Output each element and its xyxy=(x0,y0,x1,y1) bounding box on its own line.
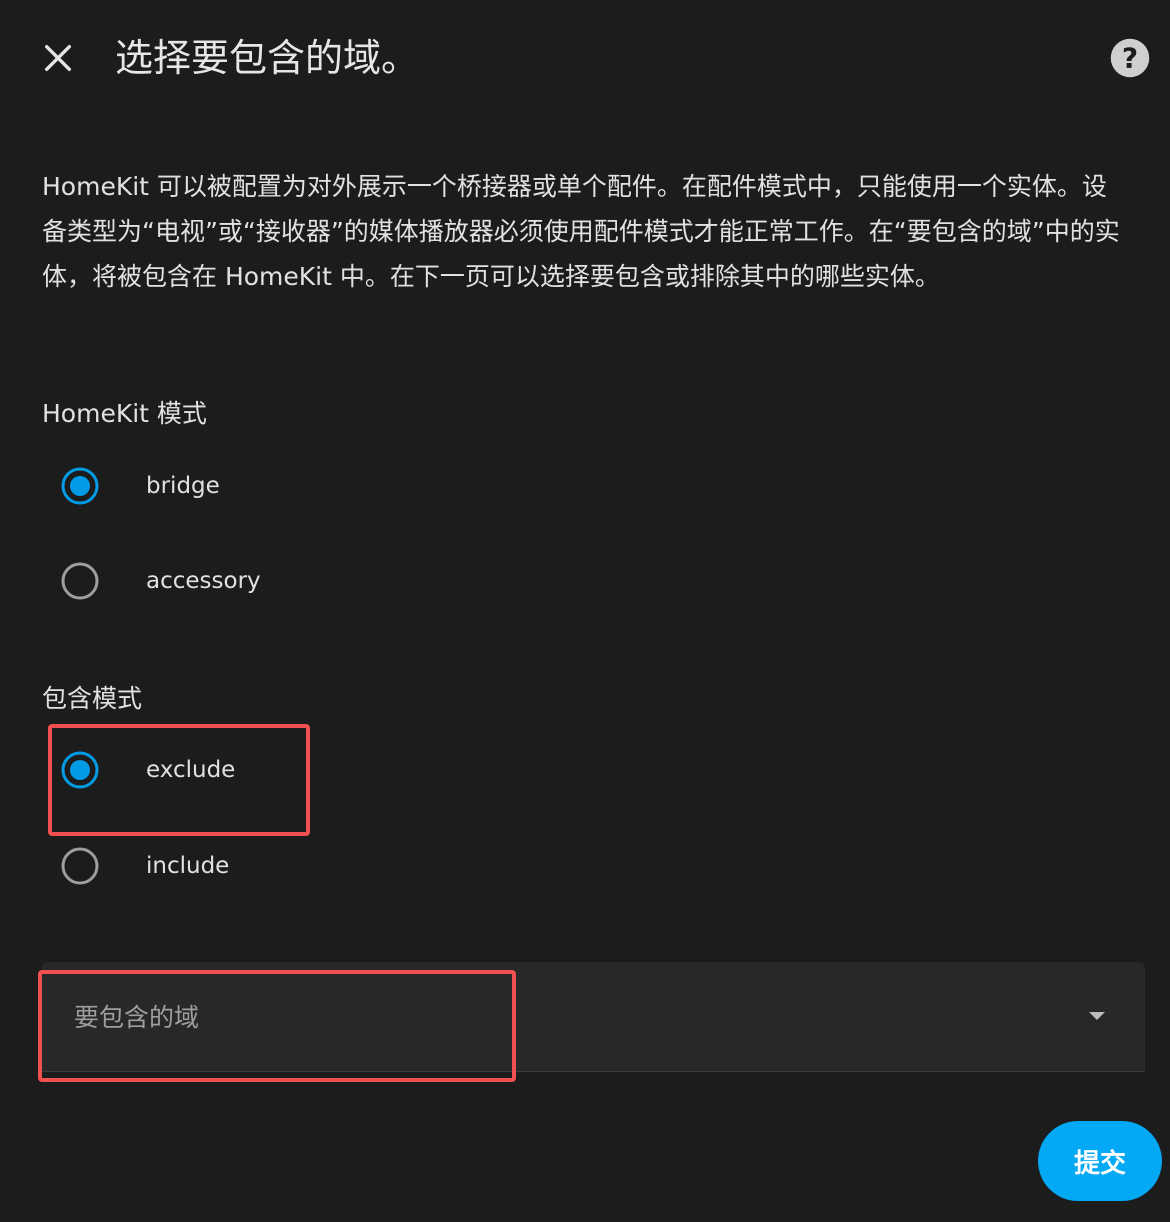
submit-button[interactable]: 提交 xyxy=(1038,1121,1162,1201)
radio-exclude-label: exclude xyxy=(146,757,236,783)
radio-bridge[interactable]: bridge xyxy=(60,456,220,516)
homekit-mode-label: HomeKit 模式 xyxy=(42,399,207,428)
radio-unselected-icon[interactable] xyxy=(60,561,100,601)
radio-accessory[interactable]: accessory xyxy=(60,551,261,611)
dialog: 选择要包含的域。 ? HomeKit 可以被配置为对外展示一个桥接器或单个配件。… xyxy=(0,0,1170,1222)
svg-text:?: ? xyxy=(1122,42,1138,75)
radio-include-label: include xyxy=(146,853,230,879)
close-button[interactable] xyxy=(30,30,86,86)
dialog-header: 选择要包含的域。 ? xyxy=(0,0,1170,115)
radio-bridge-label: bridge xyxy=(146,473,220,499)
domains-select-placeholder: 要包含的域 xyxy=(74,1003,200,1032)
radio-selected-icon[interactable] xyxy=(60,750,100,790)
radio-selected-icon[interactable] xyxy=(60,466,100,506)
dropdown-arrow-icon[interactable] xyxy=(1087,1010,1107,1022)
domains-select[interactable]: 要包含的域 xyxy=(42,962,1145,1072)
include-mode-label: 包含模式 xyxy=(42,684,143,713)
help-button[interactable]: ? xyxy=(1108,36,1152,80)
dialog-title: 选择要包含的域。 xyxy=(115,36,420,80)
description-text: HomeKit 可以被配置为对外展示一个桥接器或单个配件。在配件模式中，只能使用… xyxy=(42,172,1120,291)
radio-accessory-label: accessory xyxy=(146,568,261,594)
radio-exclude[interactable]: exclude xyxy=(60,740,235,800)
help-icon: ? xyxy=(1110,38,1150,78)
radio-unselected-icon[interactable] xyxy=(60,846,100,886)
close-icon xyxy=(44,44,72,72)
radio-include[interactable]: include xyxy=(60,836,229,896)
